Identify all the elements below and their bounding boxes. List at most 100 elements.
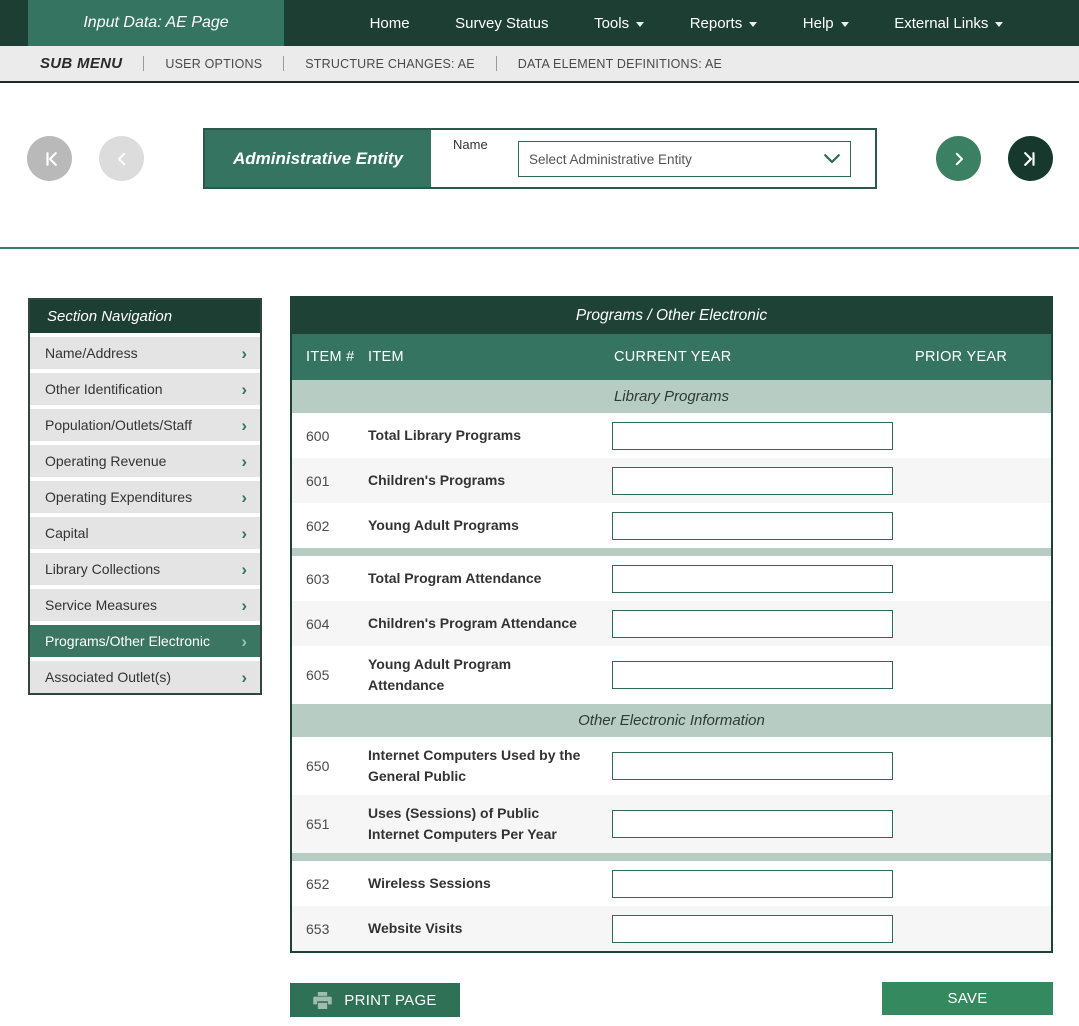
item-number: 650 — [306, 758, 330, 774]
chevron-down-icon — [840, 21, 849, 27]
item-label: Internet Computers Used by the General P… — [368, 747, 581, 784]
table-row: 604 Children's Program Attendance — [292, 601, 1051, 646]
item-number: 601 — [306, 472, 330, 489]
nav-item-help[interactable]: Help — [803, 15, 849, 32]
item-label: Total Program Attendance — [368, 570, 542, 586]
top-navigation-bar: Input Data: AE Page Home Survey Status T… — [0, 0, 1079, 46]
input-603-current-year[interactable] — [612, 564, 893, 593]
input-651-current-year[interactable] — [612, 810, 893, 838]
chevron-right-icon: › — [241, 559, 247, 579]
administrative-entity-panel: Administrative Entity Name Select Admini… — [203, 128, 877, 189]
table-row: 602 Young Adult Programs — [292, 503, 1051, 548]
input-605-current-year[interactable] — [612, 661, 893, 689]
sidebar-item-other-identification[interactable]: Other Identification › — [30, 373, 260, 405]
item-number: 604 — [306, 615, 330, 632]
chevron-down-icon — [636, 21, 645, 27]
chevron-right-icon: › — [241, 487, 247, 507]
item-label: Children's Programs — [368, 472, 506, 488]
divider — [0, 247, 1079, 249]
printer-icon — [313, 991, 333, 1009]
chevron-down-icon — [749, 21, 758, 27]
nav-item-survey-status[interactable]: Survey Status — [455, 15, 548, 32]
chevron-right-icon: › — [241, 631, 247, 651]
submenu-item-structure-changes[interactable]: STRUCTURE CHANGES: AE — [305, 57, 475, 71]
nav-item-external-links[interactable]: External Links — [894, 15, 1004, 32]
table-column-header: ITEM # ITEM CURRENT YEAR PRIOR YEAR — [292, 334, 1051, 380]
item-number: 653 — [306, 920, 330, 937]
chevron-left-icon — [117, 152, 125, 165]
input-653-current-year[interactable] — [612, 914, 893, 943]
divider — [143, 56, 145, 71]
chevron-down-icon — [995, 21, 1004, 27]
name-label: Name — [453, 137, 488, 152]
save-button[interactable]: SAVE — [882, 982, 1053, 1015]
item-label: Wireless Sessions — [368, 875, 491, 891]
column-item-number: ITEM # — [306, 349, 355, 365]
section-header-library-programs: Library Programs — [292, 380, 1051, 413]
entity-panel-title: Administrative Entity — [205, 130, 431, 187]
chevron-right-icon: › — [241, 415, 247, 435]
input-602-current-year[interactable] — [612, 511, 893, 540]
item-label: Website Visits — [368, 920, 463, 936]
section-header-other-electronic-information: Other Electronic Information — [292, 704, 1051, 737]
first-record-button[interactable] — [27, 136, 72, 181]
table-row: 650 Internet Computers Used by the Gener… — [292, 737, 1051, 795]
last-record-button[interactable] — [1008, 136, 1053, 181]
chevron-right-icon: › — [241, 451, 247, 471]
item-number: 602 — [306, 517, 330, 534]
nav-item-home[interactable]: Home — [370, 15, 410, 32]
administrative-entity-select[interactable]: Select Administrative Entity — [518, 141, 851, 177]
print-page-button[interactable]: PRINT PAGE — [290, 983, 460, 1017]
previous-record-button[interactable] — [99, 136, 144, 181]
item-number: 651 — [306, 816, 330, 832]
column-current-year: CURRENT YEAR — [614, 349, 732, 365]
sidebar-item-programs-other-electronic[interactable]: Programs/Other Electronic › — [30, 625, 260, 657]
sidebar-item-associated-outlets[interactable]: Associated Outlet(s) › — [30, 661, 260, 693]
main-nav-menu: Home Survey Status Tools Reports Help Ex… — [284, 0, 1079, 46]
submenu-item-user-options[interactable]: USER OPTIONS — [165, 57, 262, 71]
input-601-current-year[interactable] — [612, 466, 893, 495]
section-navigation-title: Section Navigation — [30, 300, 260, 333]
sidebar-item-operating-expenditures[interactable]: Operating Expenditures › — [30, 481, 260, 513]
chevron-right-icon: › — [241, 343, 247, 363]
next-record-button[interactable] — [936, 136, 981, 181]
nav-item-tools[interactable]: Tools — [594, 15, 645, 32]
item-number: 603 — [306, 570, 330, 587]
input-650-current-year[interactable] — [612, 752, 893, 780]
sidebar-item-operating-revenue[interactable]: Operating Revenue › — [30, 445, 260, 477]
input-652-current-year[interactable] — [612, 869, 893, 898]
table-row: 603 Total Program Attendance — [292, 556, 1051, 601]
input-600-current-year[interactable] — [612, 421, 893, 450]
sidebar-item-name-address[interactable]: Name/Address › — [30, 337, 260, 369]
item-number: 600 — [306, 427, 330, 444]
divider — [283, 56, 285, 71]
divider — [495, 56, 497, 71]
sub-menu-bar: SUB MENU USER OPTIONS STRUCTURE CHANGES:… — [0, 46, 1079, 83]
item-label: Total Library Programs — [368, 427, 522, 443]
input-604-current-year[interactable] — [612, 609, 893, 638]
submenu-title: SUB MENU — [40, 55, 123, 72]
section-navigation: Section Navigation Name/Address › Other I… — [28, 298, 262, 695]
sidebar-item-library-collections[interactable]: Library Collections › — [30, 553, 260, 585]
chevron-right-icon: › — [241, 523, 247, 543]
submenu-item-data-element-definitions[interactable]: DATA ELEMENT DEFINITIONS: AE — [518, 57, 722, 71]
chevron-right-icon: › — [241, 667, 247, 687]
active-page-tab[interactable]: Input Data: AE Page — [28, 0, 284, 46]
item-number: 652 — [306, 875, 330, 892]
section-divider — [292, 853, 1051, 861]
sidebar-item-capital[interactable]: Capital › — [30, 517, 260, 549]
column-prior-year: PRIOR YEAR — [915, 349, 1008, 365]
item-label: Young Adult Programs — [368, 517, 519, 533]
sidebar-item-service-measures[interactable]: Service Measures › — [30, 589, 260, 621]
item-label: Children's Program Attendance — [368, 615, 577, 631]
table-row: 605 Young Adult Program Attendance — [292, 646, 1051, 704]
sidebar-item-population-outlets-staff[interactable]: Population/Outlets/Staff › — [30, 409, 260, 441]
nav-item-reports[interactable]: Reports — [690, 15, 758, 32]
item-number: 605 — [306, 667, 330, 683]
table-row: 653 Website Visits — [292, 906, 1051, 951]
chevron-right-icon — [955, 152, 963, 165]
section-divider — [292, 548, 1051, 556]
programs-other-electronic-table: Programs / Other Electronic ITEM # ITEM … — [290, 296, 1053, 953]
item-label: Uses (Sessions) of Public Internet Compu… — [368, 805, 557, 842]
column-item: ITEM — [368, 349, 404, 365]
